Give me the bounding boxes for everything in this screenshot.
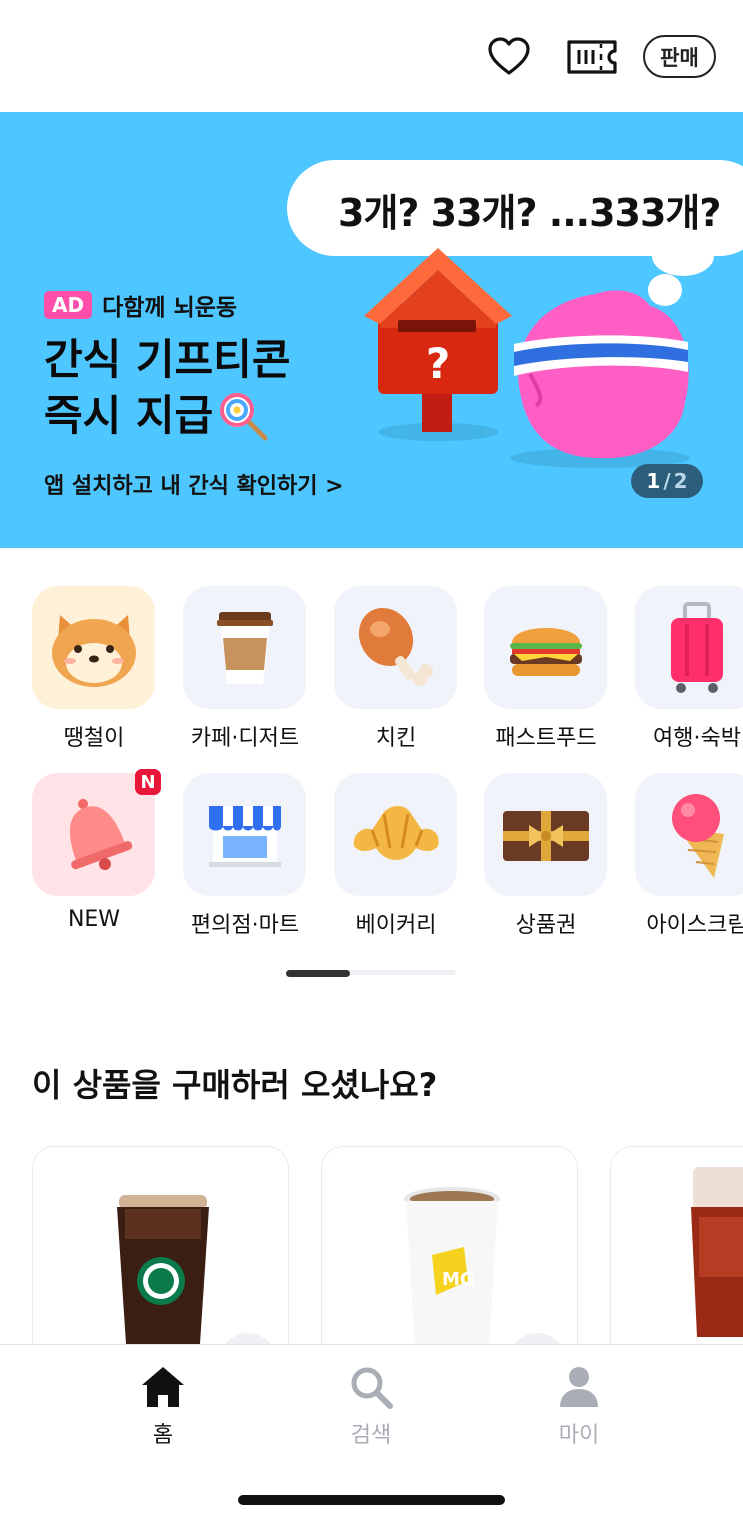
category-label: 아이스크림 [646, 913, 743, 938]
speech-bubble-text: 3개? 33개? ...333개? [338, 191, 721, 235]
wishlist-button[interactable] [486, 34, 532, 78]
banner-title-line: 즉시 지급 [44, 391, 214, 440]
category-cafe-dessert[interactable]: 카페·디저트 [183, 586, 307, 766]
search-icon [351, 1367, 393, 1409]
category-label: 카페·디저트 [190, 726, 300, 751]
counter-current: 1 [646, 469, 661, 493]
category-giftcard[interactable]: 상품권 [484, 773, 608, 953]
category-grid: 땡철이 카페·디저트 치킨 패스트푸드 여행·숙박 NEW 편의점·마트 베이커… [0, 586, 743, 966]
category-label: NEW [67, 907, 121, 932]
category-label: 상품권 [515, 913, 577, 938]
user-icon [560, 1367, 598, 1407]
nav-search[interactable]: 검색 [321, 1365, 421, 1465]
category-label: 편의점·마트 [190, 913, 300, 938]
banner-page-counter: 1 / 2 [631, 464, 703, 498]
hot-coffee-cup-image: MG [404, 1187, 500, 1365]
lollipop-icon [220, 393, 268, 441]
banner-title-line2-row: 즉시 지급 [44, 388, 374, 444]
ad-row: AD 다함께 뇌운동 [44, 288, 237, 322]
ice-cream-icon [635, 773, 743, 896]
shiba-dog-icon [32, 586, 155, 709]
category-convenience[interactable]: 편의점·마트 [183, 773, 307, 953]
coffee-cup-icon [183, 586, 306, 709]
nav-home[interactable]: 홈 [113, 1365, 213, 1465]
svg-text:?: ? [426, 339, 450, 388]
top-bar: 판매 [0, 0, 743, 112]
banner-title-line: 간식 기프티콘 [44, 335, 291, 384]
category-scroll-thumb [286, 970, 350, 977]
counter-separator: / [663, 469, 671, 493]
iced-tea-image [691, 1167, 743, 1337]
svg-text:MG: MG [442, 1269, 475, 1290]
new-badge: N [135, 769, 161, 795]
category-bakery[interactable]: 베이커리 [334, 773, 458, 953]
category-label: 베이커리 [355, 913, 437, 938]
category-new[interactable]: NEW [32, 773, 156, 953]
gift-box-icon [484, 773, 607, 896]
croissant-icon [334, 773, 457, 896]
category-label: 치킨 [375, 726, 417, 751]
heart-icon [488, 37, 530, 75]
home-indicator [238, 1495, 505, 1505]
sell-button[interactable]: 판매 [643, 35, 716, 78]
ad-sponsor: 다함께 뇌운동 [102, 295, 238, 321]
store-icon [183, 773, 306, 896]
category-icecream[interactable]: 아이스크림 [635, 773, 743, 953]
bubble-tail-dot [652, 236, 714, 276]
category-travel[interactable]: 여행·숙박 [635, 586, 743, 766]
banner-subtitle-link[interactable]: 앱 설치하고 내 간식 확인하기 > [44, 468, 344, 500]
home-icon [142, 1367, 184, 1407]
ticket-icon [567, 40, 617, 74]
category-label: 패스트푸드 [495, 726, 597, 751]
category-label: 땡철이 [63, 726, 125, 751]
pink-character-illustration [510, 290, 690, 468]
suitcase-icon [635, 586, 743, 709]
burger-icon [484, 586, 607, 709]
nav-label: 홈 [152, 1423, 174, 1448]
nav-label: 검색 [350, 1423, 392, 1448]
ad-badge: AD [44, 291, 93, 319]
category-label: 여행·숙박 [653, 726, 741, 751]
chicken-leg-icon [334, 586, 457, 709]
app-screen: 판매 3개? 33개? ...333개? ? AD 다함께 뇌운동 간식 기프티… [0, 0, 743, 1522]
category-ttaengcheol[interactable]: 땡철이 [32, 586, 156, 766]
iced-americano-image [117, 1195, 209, 1359]
category-fastfood[interactable]: 패스트푸드 [484, 586, 608, 766]
mailbox-illustration: ? [364, 248, 512, 441]
nav-label: 마이 [558, 1423, 600, 1448]
category-chicken[interactable]: 치킨 [334, 586, 458, 766]
coupon-button[interactable] [566, 38, 618, 76]
banner-title: 간식 기프티콘 즉시 지급 [44, 332, 374, 444]
counter-total: 2 [673, 469, 688, 493]
promo-banner[interactable]: 3개? 33개? ...333개? ? AD 다함께 뇌운동 간식 기프티콘 즉… [0, 112, 743, 548]
nav-my[interactable]: 마이 [529, 1365, 629, 1465]
recommend-title: 이 상품을 구매하러 오셨나요? [32, 1066, 438, 1104]
